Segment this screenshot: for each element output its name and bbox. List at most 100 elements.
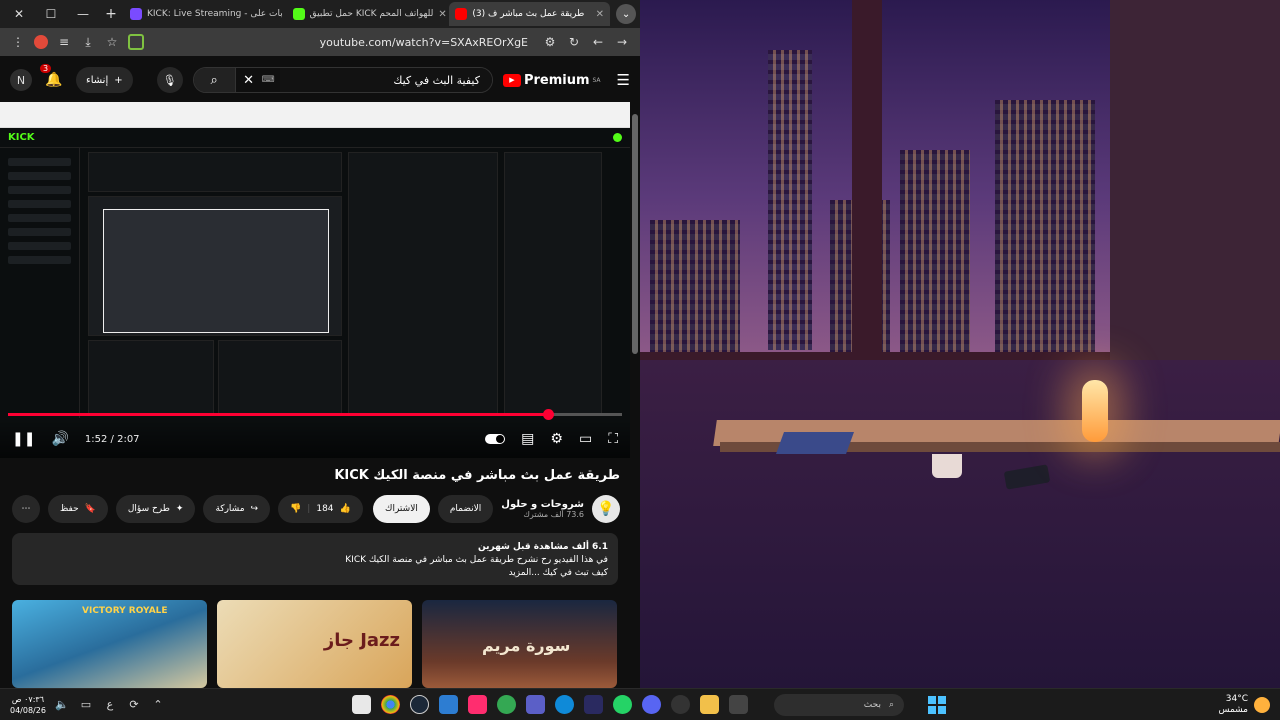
- settings-gear-icon[interactable]: ⚙: [550, 431, 563, 447]
- fullscreen-icon[interactable]: ⛶: [608, 431, 618, 447]
- discord-app-icon[interactable]: [642, 695, 661, 714]
- video-player[interactable]: KICK ❚❚ 🔊 1:52 / 2:07 ▤ ⚙ ▭ ⛶: [0, 102, 630, 458]
- join-button[interactable]: الانضمام: [437, 495, 494, 523]
- chrome-profile-app-icon[interactable]: [497, 695, 516, 714]
- video-progress-bar[interactable]: [8, 409, 622, 420]
- like-button[interactable]: 👍 184 | 👎: [278, 495, 363, 523]
- captions-icon[interactable]: ▤: [521, 431, 534, 447]
- speedtest-app-icon[interactable]: [671, 695, 690, 714]
- kick-panel-chat: [348, 152, 498, 416]
- autoplay-toggle[interactable]: [485, 434, 506, 444]
- maximize-window-icon[interactable]: ☐: [36, 0, 66, 28]
- more-actions-icon[interactable]: ⋯: [12, 495, 40, 523]
- channel-avatar[interactable]: 💡: [592, 495, 620, 523]
- kick-preview-image: [103, 209, 329, 333]
- wallpaper-building: [650, 220, 740, 360]
- theater-mode-icon[interactable]: ▭: [579, 431, 592, 447]
- extension-green-icon[interactable]: [128, 34, 144, 50]
- back-icon[interactable]: →: [614, 34, 630, 50]
- site-settings-icon[interactable]: ⚙: [542, 34, 558, 50]
- extension-icon[interactable]: [34, 35, 48, 49]
- desktop-wallpaper: [640, 0, 1280, 688]
- channel-name[interactable]: شروحات و حلول: [501, 499, 584, 510]
- scrollbar-thumb[interactable]: [632, 114, 638, 354]
- network-icon[interactable]: ▭: [78, 698, 94, 711]
- plus-icon: +: [114, 74, 123, 86]
- close-tab-icon[interactable]: ✕: [438, 9, 446, 20]
- bookmark-star-icon[interactable]: ☆: [104, 34, 120, 50]
- save-label: حفظ: [60, 504, 79, 514]
- tab-kick-streaming[interactable]: KICK: Live Streaming - بات على ✕: [124, 2, 285, 26]
- edge-dev-app-icon[interactable]: [439, 695, 458, 714]
- video-controls: ❚❚ 🔊 1:52 / 2:07 ▤ ⚙ ▭ ⛶: [0, 420, 630, 458]
- voice-search-icon[interactable]: 🎙: [156, 67, 183, 93]
- speaker-icon[interactable]: 🔈: [54, 698, 70, 711]
- tab-kick-app[interactable]: حمل تطبيق KICK للهواتف المحم ✕: [287, 2, 448, 26]
- save-button[interactable]: 🔖 حفظ: [48, 495, 108, 523]
- subscribe-button[interactable]: الاشتراك: [373, 495, 430, 523]
- clear-search-icon[interactable]: ✕: [236, 68, 262, 92]
- close-tab-icon[interactable]: ✕: [596, 9, 604, 20]
- whatsapp-app-icon[interactable]: [613, 695, 632, 714]
- new-tab-button[interactable]: +: [100, 6, 122, 22]
- windows-start-icon[interactable]: [928, 695, 946, 714]
- kick-panel-info: [504, 152, 602, 416]
- language-indicator[interactable]: ع: [102, 698, 118, 711]
- description-more[interactable]: كيف تبث في كيك ...المزيد: [22, 567, 608, 580]
- account-avatar[interactable]: N: [10, 69, 32, 91]
- hamburger-menu-icon[interactable]: ☰: [617, 71, 630, 89]
- clock-time: ٠٧:٣٦ ص: [11, 694, 45, 704]
- rec-thumbnail[interactable]: جاز Jazz: [217, 600, 412, 688]
- weather-widget[interactable]: 34°C مشمس: [1218, 694, 1270, 716]
- close-window-icon[interactable]: ✕: [4, 0, 34, 28]
- thumbs-down-icon[interactable]: 👎: [290, 504, 301, 514]
- search-icon[interactable]: ⌕: [193, 68, 236, 92]
- progress-fill: [8, 413, 549, 416]
- action-buttons: 👍 184 | 👎 ↪ مشاركة ✦ طرح سؤال 🔖 حفظ ⋯: [12, 495, 363, 523]
- show-hidden-icons-icon[interactable]: ⌃: [150, 698, 166, 711]
- ask-button[interactable]: ✦ طرح سؤال: [115, 495, 196, 523]
- weather-text: 34°C مشمس: [1218, 694, 1248, 716]
- edge-app-icon[interactable]: [555, 695, 574, 714]
- minimize-window-icon[interactable]: —: [68, 0, 98, 28]
- description-box[interactable]: 6.1 ألف مشاهدة قبل شهرين في هذا الفيديو …: [12, 533, 618, 585]
- tray-app-icon[interactable]: ⟳: [126, 698, 142, 711]
- kick-panel-activity: [88, 340, 214, 416]
- search-icon: ⌕: [888, 699, 894, 710]
- task-view-icon[interactable]: [729, 695, 748, 714]
- notifications-bell-icon[interactable]: 🔔 3: [40, 64, 66, 92]
- tab-search-icon[interactable]: ⌄: [616, 4, 637, 24]
- share-button[interactable]: ↪ مشاركة: [203, 495, 271, 523]
- progress-scrubber[interactable]: [543, 409, 555, 420]
- steam-app-icon[interactable]: [410, 695, 429, 714]
- kick-topbar: KICK: [0, 128, 630, 148]
- kick-logo: KICK: [8, 132, 35, 143]
- taskbar-search[interactable]: بحث ⌕: [774, 693, 904, 716]
- url-text[interactable]: youtube.com/watch?v=SXAxREOrXgE: [152, 36, 534, 49]
- search-input[interactable]: [279, 68, 492, 92]
- tiktok-app-icon[interactable]: [468, 695, 487, 714]
- media-app-icon[interactable]: [584, 695, 603, 714]
- chrome-app-icon[interactable]: [381, 695, 400, 714]
- youtube-logo[interactable]: ▶ Premium SA: [502, 73, 601, 88]
- desktop: ✕ ☐ — + KICK: Live Streaming - بات على ✕…: [0, 0, 1280, 720]
- kick-panel-stats: [88, 152, 342, 192]
- rec-thumbnail[interactable]: سورة مريم: [422, 600, 617, 688]
- create-button[interactable]: إنشاء +: [76, 67, 133, 93]
- page-scrollbar[interactable]: [632, 104, 638, 664]
- keyboard-icon[interactable]: ⌨: [262, 68, 280, 92]
- menu-dots-icon[interactable]: ⋮: [10, 34, 26, 50]
- taskbar-clock[interactable]: ٠٧:٣٦ ص 04/08/26: [10, 694, 46, 716]
- file-explorer-app-icon[interactable]: [700, 695, 719, 714]
- download-icon[interactable]: ⤓: [80, 34, 96, 50]
- window-frame: [852, 0, 882, 360]
- tab-youtube[interactable]: (3) طريقة عمل بث مباشر ف ✕: [449, 2, 611, 26]
- rec-thumbnail[interactable]: VICTORY ROYALE: [12, 600, 207, 688]
- forward-icon[interactable]: ←: [590, 34, 606, 50]
- reload-icon[interactable]: ↻: [566, 34, 582, 50]
- playlist-icon[interactable]: ≡: [56, 34, 72, 50]
- teams-app-icon[interactable]: [526, 695, 545, 714]
- pause-icon[interactable]: ❚❚: [12, 431, 35, 447]
- volume-icon[interactable]: 🔊: [51, 431, 68, 447]
- notes-app-icon[interactable]: [352, 695, 371, 714]
